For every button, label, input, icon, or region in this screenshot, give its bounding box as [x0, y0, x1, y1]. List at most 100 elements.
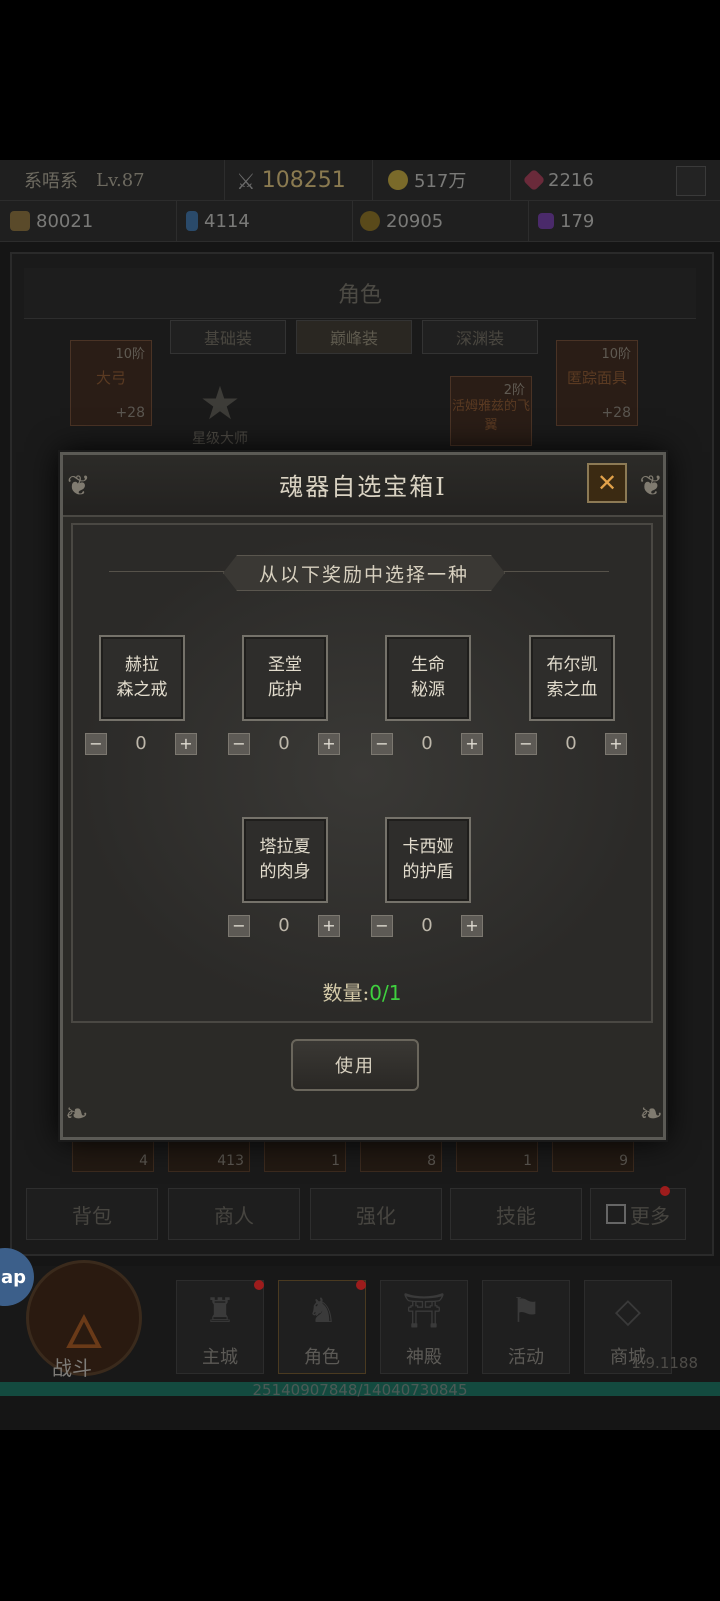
- quantity-value: 0: [278, 733, 290, 754]
- stat-soul: 179: [538, 201, 594, 241]
- ornament-icon: ❧: [639, 1097, 663, 1130]
- slot-name: 活姆雅兹的飞翼: [451, 399, 530, 433]
- notification-dot: [660, 1186, 670, 1196]
- increment-button[interactable]: +: [461, 915, 483, 937]
- battle-label: 战斗: [52, 1356, 92, 1380]
- quantity-value: 0: [421, 915, 433, 936]
- increment-button[interactable]: +: [175, 733, 197, 755]
- dialog-header: ❦ ❦ 魂器自选宝箱Ⅰ ✕: [63, 455, 663, 517]
- divider: [176, 201, 177, 241]
- slot-level: 10阶: [115, 347, 145, 362]
- increment-button[interactable]: +: [605, 733, 627, 755]
- skills-button[interactable]: 技能: [450, 1188, 582, 1240]
- slot-level: 10阶: [601, 347, 631, 362]
- player-name[interactable]: 系唔系 Lv.87: [24, 160, 145, 200]
- equipment-slot[interactable]: 10阶 匿踪面具 +28: [556, 340, 638, 426]
- chest-select-dialog: ❦ ❦ 魂器自选宝箱Ⅰ ✕ 从以下奖励中选择一种 赫拉 森之戒 圣堂 庇护 生命…: [60, 452, 666, 1140]
- nav-temple[interactable]: ⛩ 神殿: [380, 1280, 468, 1374]
- nav-label: 活动: [508, 1347, 544, 1368]
- tab-basic-equipment[interactable]: 基础装: [170, 320, 286, 354]
- decrement-button[interactable]: −: [515, 733, 537, 755]
- status-row-bottom: 80021 4114 20905 179: [0, 201, 720, 242]
- combat-power: ⚔ 108251: [236, 160, 346, 200]
- stat-soul-value: 179: [560, 210, 595, 232]
- inventory-count: 413: [217, 1153, 244, 1169]
- inventory-count: 8: [427, 1153, 436, 1169]
- quantity-stepper: − 0 +: [371, 915, 483, 937]
- menu-icon[interactable]: [676, 166, 706, 196]
- divider: [352, 201, 353, 241]
- decrement-button[interactable]: −: [228, 733, 250, 755]
- ornament-icon: ❧: [65, 1097, 89, 1130]
- divider: [497, 571, 609, 572]
- equipment-slot[interactable]: 10阶 大弓 +28: [70, 340, 152, 426]
- quantity-stepper: − 0 +: [85, 733, 197, 755]
- gold-coin-icon: [388, 170, 408, 190]
- player-level: Lv.87: [96, 169, 145, 191]
- more-label: 更多: [630, 1203, 670, 1228]
- increment-button[interactable]: +: [318, 733, 340, 755]
- inventory-count: 1: [331, 1153, 340, 1169]
- slot-enhance: +28: [115, 405, 145, 421]
- castle-icon: ♜: [204, 1291, 236, 1331]
- nav-events[interactable]: ⚑ 活动: [482, 1280, 570, 1374]
- quantity-value: 0: [135, 733, 147, 754]
- increment-button[interactable]: +: [318, 915, 340, 937]
- star-rank-icon: ★: [199, 376, 241, 430]
- quantity-stepper: − 0 +: [371, 733, 483, 755]
- star-emblem-icon: [360, 211, 380, 231]
- reward-card[interactable]: 圣堂 庇护: [242, 635, 328, 721]
- nav-label: 角色: [304, 1347, 340, 1368]
- inventory-count: 9: [619, 1153, 628, 1169]
- close-button[interactable]: ✕: [587, 463, 627, 503]
- grid-icon: [606, 1204, 626, 1224]
- reward-card[interactable]: 布尔凯 索之血: [529, 635, 615, 721]
- divider: [372, 160, 373, 200]
- close-icon: ✕: [596, 469, 618, 497]
- reward-card[interactable]: 塔拉夏 的肉身: [242, 817, 328, 903]
- crossed-swords-icon: ⚔: [236, 170, 256, 195]
- selection-count-value: 0/1: [369, 981, 402, 1005]
- more-button[interactable]: 更多: [590, 1188, 686, 1240]
- quantity-value: 0: [565, 733, 577, 754]
- merchant-button[interactable]: 商人: [168, 1188, 300, 1240]
- reward-card[interactable]: 生命 秘源: [385, 635, 471, 721]
- rank-label: 星级大师: [192, 431, 248, 447]
- dialog-title: 魂器自选宝箱Ⅰ: [279, 473, 447, 501]
- decrement-button[interactable]: −: [85, 733, 107, 755]
- dialog-body: 从以下奖励中选择一种 赫拉 森之戒 圣堂 庇护 生命 秘源 布尔凯 索之血 − …: [71, 523, 653, 1023]
- equipment-slot[interactable]: 2阶 活姆雅兹的飞翼: [450, 376, 532, 446]
- helmet-icon: ♞: [306, 1291, 338, 1331]
- purple-gem-icon: [538, 213, 554, 229]
- nav-main-city[interactable]: ♜ 主城: [176, 1280, 264, 1374]
- enhance-button[interactable]: 强化: [310, 1188, 442, 1240]
- slot-name: 大弓: [95, 369, 126, 387]
- decrement-button[interactable]: −: [371, 733, 393, 755]
- quantity-value: 0: [421, 733, 433, 754]
- nav-character[interactable]: ♞ 角色: [278, 1280, 366, 1374]
- inventory-count: 4: [139, 1153, 148, 1169]
- gem-currency[interactable]: 2216: [522, 160, 594, 200]
- divider: [109, 571, 229, 572]
- use-button[interactable]: 使用: [291, 1039, 419, 1091]
- decrement-button[interactable]: −: [228, 915, 250, 937]
- tab-abyss-equipment[interactable]: 深渊装: [422, 320, 538, 354]
- stat-mana: 4114: [186, 201, 250, 241]
- gold-value: 517万: [414, 171, 467, 192]
- quantity-value: 0: [278, 915, 290, 936]
- quantity-stepper: − 0 +: [515, 733, 627, 755]
- version-label: 1.9.1188: [631, 1354, 698, 1372]
- decrement-button[interactable]: −: [371, 915, 393, 937]
- tab-peak-equipment[interactable]: 巅峰装: [296, 320, 412, 354]
- gold-currency[interactable]: 517万: [388, 160, 466, 200]
- nav-label: 神殿: [406, 1347, 442, 1368]
- selection-count-label: 数量:: [322, 981, 370, 1005]
- backpack-button[interactable]: 背包: [26, 1188, 158, 1240]
- increment-button[interactable]: +: [461, 733, 483, 755]
- notification-dot: [254, 1280, 264, 1290]
- diamond-icon: ◇: [614, 1291, 642, 1331]
- reward-card[interactable]: 赫拉 森之戒: [99, 635, 185, 721]
- reward-card[interactable]: 卡西娅 的护盾: [385, 817, 471, 903]
- gem-icon: [522, 168, 546, 192]
- choose-banner: 从以下奖励中选择一种: [223, 555, 505, 591]
